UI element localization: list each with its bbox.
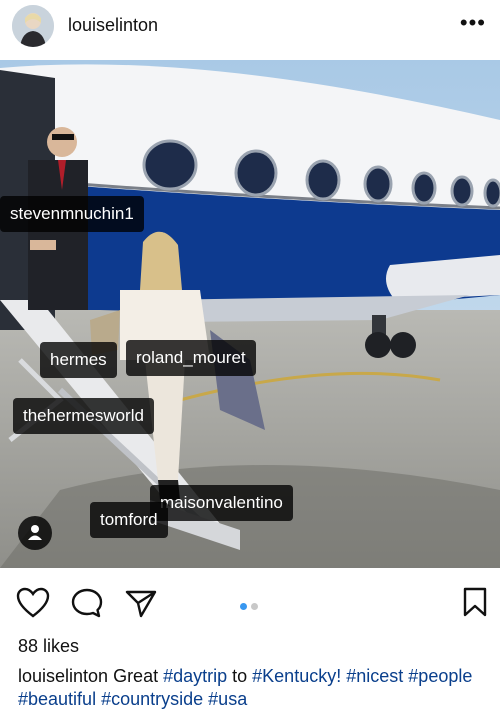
photo-tag[interactable]: maisonvalentino bbox=[150, 485, 293, 521]
more-icon[interactable]: ••• bbox=[460, 10, 486, 36]
post-caption: louiselinton Great #daytrip to #Kentucky… bbox=[18, 665, 488, 711]
caption-username[interactable]: louiselinton bbox=[18, 666, 108, 686]
carousel-indicator bbox=[240, 597, 262, 615]
post-username[interactable]: louiselinton bbox=[68, 15, 158, 36]
bookmark-icon[interactable] bbox=[462, 586, 488, 618]
heart-icon[interactable] bbox=[16, 587, 50, 619]
share-icon[interactable] bbox=[124, 587, 158, 619]
comment-icon[interactable] bbox=[70, 587, 104, 619]
caption-segment: Great bbox=[108, 666, 164, 686]
user-tag-icon[interactable] bbox=[18, 516, 52, 550]
hashtag-link[interactable]: #Kentucky! bbox=[252, 666, 341, 686]
hashtag-link[interactable]: #people bbox=[408, 666, 472, 686]
carousel-dot bbox=[251, 603, 258, 610]
likes-count[interactable]: 88 likes bbox=[18, 636, 79, 657]
hashtag-link[interactable]: #usa bbox=[208, 689, 247, 709]
photo-tag[interactable]: roland_mouret bbox=[126, 340, 256, 376]
carousel-dot bbox=[240, 603, 247, 610]
post-photo[interactable]: stevenmnuchin1 hermes roland_mouret theh… bbox=[0, 60, 500, 568]
photo-tag[interactable]: hermes bbox=[40, 342, 117, 378]
hashtag-link[interactable]: #beautiful bbox=[18, 689, 96, 709]
photo-tag[interactable]: thehermesworld bbox=[13, 398, 154, 434]
hashtag-link[interactable]: #countryside bbox=[101, 689, 203, 709]
user-tag-glyph bbox=[28, 525, 42, 540]
photo-tag[interactable]: tomford bbox=[90, 502, 168, 538]
hashtag-link[interactable]: #nicest bbox=[346, 666, 403, 686]
caption-segment: to bbox=[227, 666, 253, 686]
photo-tag[interactable]: stevenmnuchin1 bbox=[0, 196, 144, 232]
post-header: louiselinton ••• bbox=[0, 0, 500, 52]
hashtag-link[interactable]: #daytrip bbox=[163, 666, 227, 686]
avatar-image bbox=[12, 5, 54, 47]
avatar[interactable] bbox=[12, 5, 54, 47]
